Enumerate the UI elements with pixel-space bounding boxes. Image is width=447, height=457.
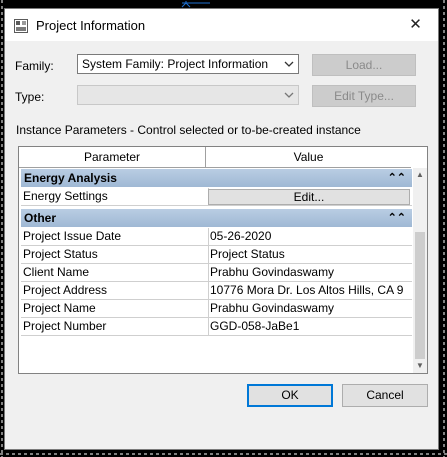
group-title: Other: [24, 211, 57, 225]
column-header-value[interactable]: Value: [206, 147, 411, 168]
scroll-up-icon[interactable]: ▲: [413, 168, 427, 182]
family-value: System Family: Project Information: [82, 57, 269, 71]
parameter-name: Energy Settings: [21, 188, 209, 205]
parameter-name: Client Name: [21, 264, 209, 281]
double-chevron-up-icon[interactable]: ⌃⌃: [388, 169, 406, 187]
project-information-dialog: Project Information ✕ Family: System Fam…: [4, 8, 439, 450]
parameter-value[interactable]: 10776 Mora Dr. Los Altos Hills, CA 9: [208, 282, 414, 299]
group-header-energy-analysis[interactable]: Energy Analysis ⌃⌃: [21, 169, 412, 187]
close-button[interactable]: ✕: [393, 9, 438, 41]
table-row[interactable]: Project Number GGD-058-JaBe1: [21, 318, 412, 336]
edit-type-button[interactable]: Edit Type...: [312, 85, 416, 107]
parameter-value[interactable]: GGD-058-JaBe1: [208, 318, 414, 335]
table-row: Energy Settings Edit...: [21, 188, 412, 206]
group-title: Energy Analysis: [24, 171, 117, 185]
family-label: Family:: [15, 59, 54, 73]
family-dropdown[interactable]: System Family: Project Information: [77, 54, 299, 74]
dialog-title: Project Information: [36, 18, 146, 33]
load-button[interactable]: Load...: [312, 54, 416, 76]
column-header-parameter[interactable]: Parameter: [19, 147, 206, 168]
properties-grid: Parameter Value Energy Analysis ⌃⌃ Energ…: [18, 146, 428, 374]
close-icon: ✕: [409, 16, 422, 33]
parameter-value[interactable]: Prabhu Govindaswamy: [208, 300, 414, 317]
ok-button[interactable]: OK: [247, 384, 333, 407]
parameter-name: Project Address: [21, 282, 209, 299]
revit-app-icon: [14, 19, 28, 33]
table-row[interactable]: Client Name Prabhu Govindaswamy: [21, 264, 412, 282]
scrollbar-thumb[interactable]: [415, 232, 425, 359]
table-row[interactable]: Project Status Project Status: [21, 246, 412, 264]
parameter-name: Project Name: [21, 300, 209, 317]
parameter-value[interactable]: Project Status: [208, 246, 414, 263]
scroll-down-icon[interactable]: ▼: [413, 359, 427, 373]
parameter-name: Project Number: [21, 318, 209, 335]
double-chevron-up-icon[interactable]: ⌃⌃: [388, 209, 406, 227]
table-row[interactable]: Project Address 10776 Mora Dr. Los Altos…: [21, 282, 412, 300]
group-header-other[interactable]: Other ⌃⌃: [21, 209, 412, 227]
chevron-down-icon: [284, 61, 294, 67]
parameter-name: Project Status: [21, 246, 209, 263]
chevron-down-icon: [284, 92, 294, 98]
parameter-value[interactable]: 05-26-2020: [208, 228, 414, 245]
type-dropdown[interactable]: [77, 85, 299, 105]
instance-parameters-label: Instance Parameters - Control selected o…: [16, 123, 361, 137]
title-bar: Project Information ✕: [5, 9, 438, 41]
type-label: Type:: [15, 90, 45, 104]
parameter-name: Project Issue Date: [21, 228, 209, 245]
table-row[interactable]: Project Name Prabhu Govindaswamy: [21, 300, 412, 318]
cancel-button[interactable]: Cancel: [342, 384, 428, 407]
energy-settings-edit-button[interactable]: Edit...: [208, 189, 410, 205]
table-row[interactable]: Project Issue Date 05-26-2020: [21, 228, 412, 246]
parameter-value[interactable]: Prabhu Govindaswamy: [208, 264, 414, 281]
vertical-scrollbar[interactable]: ▲ ▼: [413, 168, 427, 373]
